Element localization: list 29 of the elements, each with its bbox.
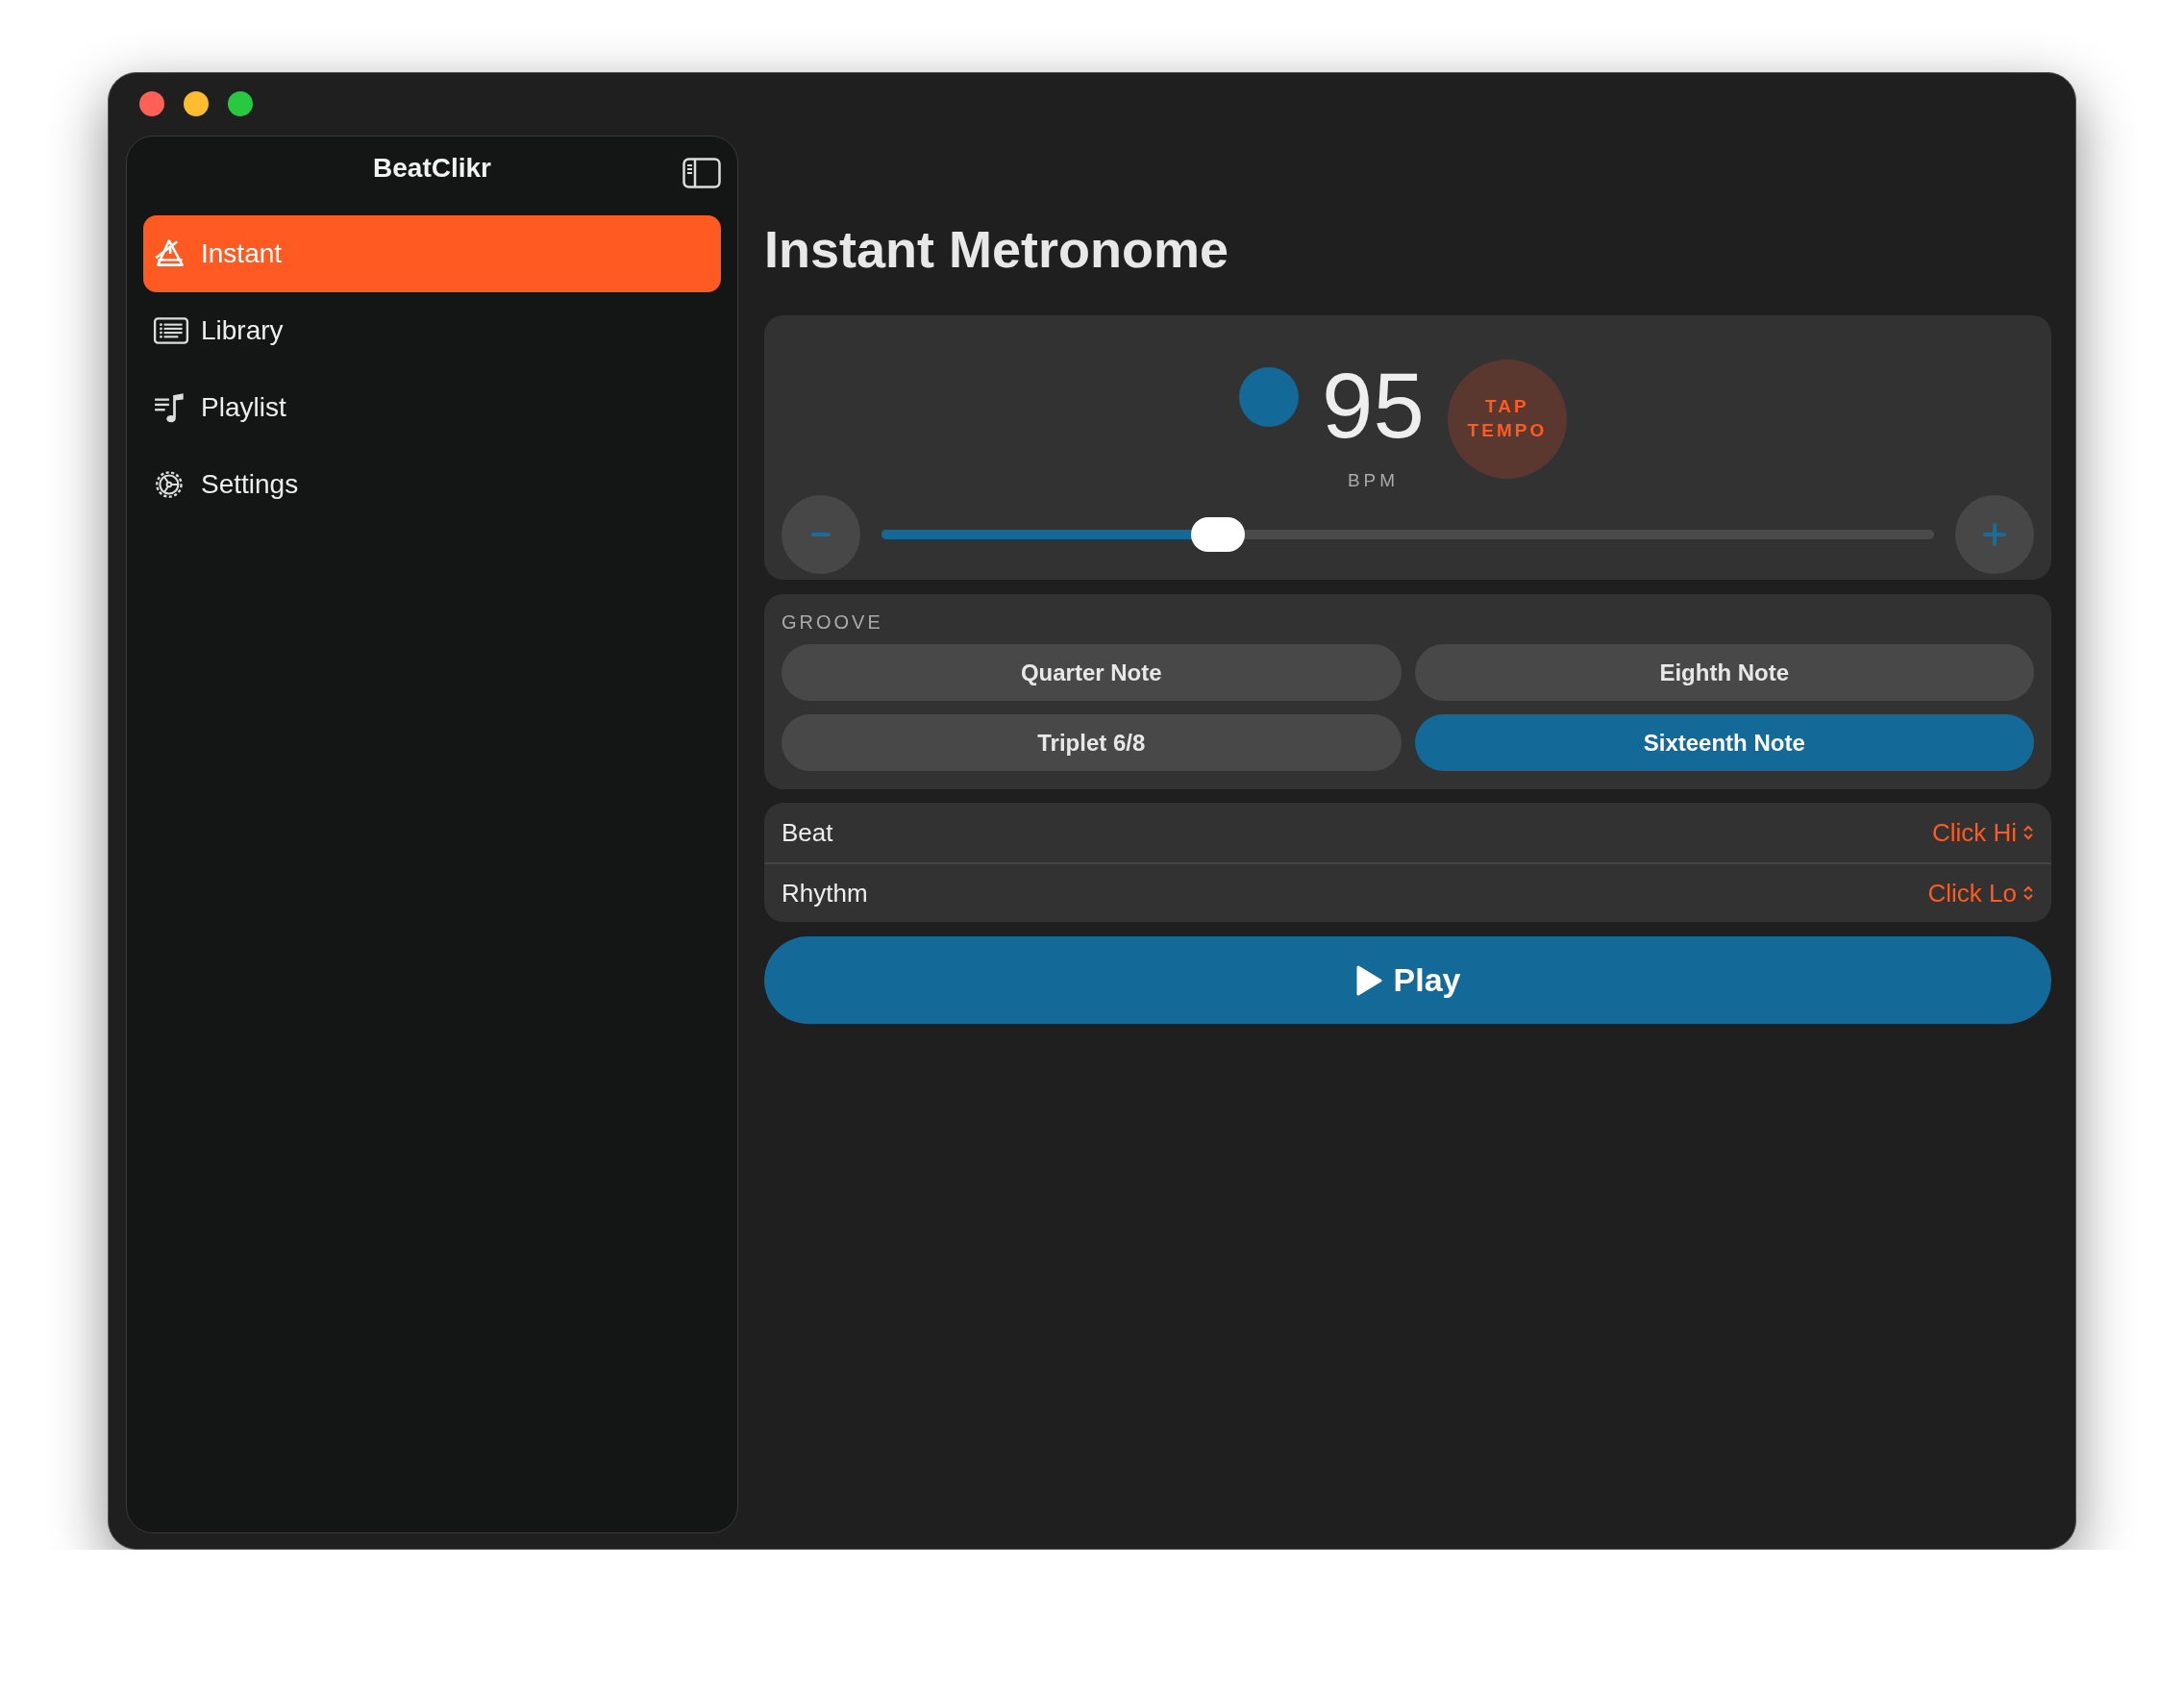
sidebar-item[interactable]: Library [143,292,721,369]
sidebar-toggle-icon[interactable] [682,158,721,188]
setting-label: Beat [782,816,833,849]
sidebar-item[interactable]: Settings [143,446,721,523]
plus-icon [1983,522,2006,546]
zoom-button[interactable] [228,91,253,116]
play-icon [1354,964,1382,996]
play-button[interactable]: Play [764,936,2051,1024]
groove-option[interactable]: Quarter Note [782,644,1402,701]
slider-thumb[interactable] [1191,516,1246,552]
close-button[interactable] [139,91,164,116]
sound-picker[interactable]: Click Hi [1931,813,2034,852]
page-title: Instant Metronome [764,223,1230,275]
list-icon [153,314,189,347]
up-down-chevron-icon [2023,824,2034,841]
sound-picker[interactable]: Click Lo [1927,874,2034,912]
groove-option[interactable]: Eighth Note [1414,644,2034,701]
tempo-slider[interactable] [881,516,1934,552]
tempo-unit: BPM [1347,469,1400,492]
setting-label: Rhythm [782,877,868,909]
minus-icon [811,532,831,536]
groove-option[interactable]: Triplet 6/8 [782,714,1402,771]
minimize-button[interactable] [184,91,209,116]
sidebar-item[interactable]: Playlist [143,369,721,446]
section-heading: GROOVE [782,610,884,634]
app-title: BeatClikr [373,152,491,185]
tempo-value: 95 [1322,360,1425,452]
groove-option[interactable]: Sixteenth Note [1414,714,2034,771]
up-down-chevron-icon [2023,884,2034,902]
